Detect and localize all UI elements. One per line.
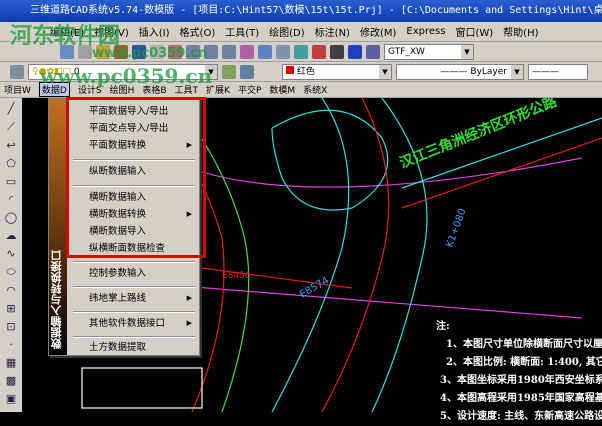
point-icon[interactable]: ·	[9, 338, 13, 351]
station-label: K1+080	[444, 207, 468, 249]
circle-icon[interactable]: ◯	[5, 211, 17, 224]
layer-manager-icon[interactable]	[10, 64, 24, 79]
zoom-previous-icon[interactable]	[222, 44, 236, 59]
menu-dimension[interactable]: 标注(N)	[315, 24, 350, 39]
highlight-box	[66, 97, 206, 258]
color-select[interactable]: 红色 ▼	[282, 63, 392, 80]
menu-item-label: 土方数据提取	[89, 342, 147, 353]
menu-separator	[73, 336, 195, 338]
menu-item-control-params[interactable]: 控制参数输入	[67, 265, 200, 282]
window-title: 三维道路CAD系统v5.74-数模版 - [项目:C:\Hint57\数模\15…	[30, 5, 602, 16]
submenu-arrow-icon: ▶	[186, 294, 192, 302]
arc-icon[interactable]: ◜	[9, 193, 13, 206]
menu-tools[interactable]: 工具(T)	[225, 24, 259, 39]
menu-separator	[73, 286, 195, 288]
hatch-icon[interactable]: ▦	[6, 356, 16, 369]
chevron-down-icon: ▼	[379, 64, 391, 79]
calculator-icon[interactable]	[330, 44, 344, 59]
menu-side-title: 数据输入与转换接口	[49, 99, 67, 355]
note-line: 3、本图坐标采用1980年西安坐标系统	[440, 375, 602, 386]
spline-icon[interactable]: ∿	[6, 247, 15, 260]
layer-previous-icon[interactable]	[240, 64, 254, 79]
menu-help[interactable]: 帮助(H)	[503, 24, 538, 39]
note-line: 2、本图比例: 横断面: 1:400, 其它:	[446, 357, 602, 368]
menu-window[interactable]: 窗口(W)	[455, 24, 493, 39]
drawing-notes: 注: 1、本图尺寸单位除横断面尺寸以厘米 2、本图比例: 横断面: 1:400,…	[436, 318, 602, 426]
polygon-icon[interactable]: ⬠	[6, 157, 16, 170]
sheet-set-icon[interactable]	[294, 44, 308, 59]
menu-format[interactable]: 格式(O)	[180, 24, 216, 39]
menu-dtm[interactable]: 数模M	[269, 83, 295, 96]
interchange-ramp	[271, 98, 350, 412]
note-line: 4、本图高程采用1985年国家高程基准	[440, 393, 602, 404]
menu-intersection[interactable]: 平交P	[238, 83, 261, 96]
ellipse-icon[interactable]: ⬭	[6, 265, 15, 279]
revision-cloud-icon[interactable]: ☁	[6, 229, 17, 242]
menu-insert[interactable]: 插入(I)	[139, 24, 170, 39]
submenu-arrow-icon: ▶	[186, 319, 192, 327]
tool-palette-icon[interactable]	[276, 44, 290, 59]
color-swatch	[286, 65, 294, 74]
road-edge	[321, 98, 390, 412]
menu-project[interactable]: 项目W	[4, 83, 31, 96]
markup-icon[interactable]	[312, 44, 326, 59]
station-label: E8456	[222, 271, 251, 281]
notes-heading: 注:	[436, 321, 450, 332]
menu-item-handheld-route[interactable]: 纬地掌上路线 ▶	[67, 290, 200, 307]
linetype-value: ByLayer	[470, 66, 507, 77]
draw-toolbar: ╱ ⟋ ↩ ⬠ ▭ ◜ ◯ ☁ ∿ ⬭ ◠ ⊞ ⊡ · ▦ ▩ ▣	[0, 98, 22, 412]
menu-separator	[73, 311, 195, 313]
menu-item-label: 其他软件数据接口	[89, 318, 166, 329]
region-icon[interactable]: ▣	[6, 392, 16, 405]
rectangle-icon[interactable]: ▭	[6, 175, 16, 188]
color-value: 红色	[296, 66, 315, 77]
note-line: 5、设计速度: 主线、东新高速公路设	[440, 411, 602, 422]
make-block-icon[interactable]: ⊡	[6, 320, 15, 333]
menu-express[interactable]: Express	[406, 26, 445, 37]
menu-system[interactable]: 系统X	[303, 83, 327, 96]
chevron-down-icon: ▼	[511, 64, 523, 79]
ellipse-arc-icon[interactable]: ◠	[6, 284, 16, 297]
menu-item-label: 纬地掌上路线	[89, 293, 147, 304]
insert-block-icon[interactable]: ⊞	[6, 302, 15, 315]
polyline-icon[interactable]: ↩	[6, 139, 15, 152]
text-style-icon	[366, 44, 380, 59]
construction-line-icon[interactable]: ⟋	[7, 120, 15, 134]
watermark-url-small: www.pc0359.cn	[92, 46, 208, 61]
menu-draw[interactable]: 绘图(D)	[269, 24, 305, 39]
menu-modify[interactable]: 修改(M)	[360, 24, 396, 39]
menu-separator	[73, 261, 195, 263]
text-style-select[interactable]: GTF_XW ▼	[384, 43, 474, 60]
line-icon[interactable]: ╱	[8, 102, 15, 115]
title-frame	[81, 367, 203, 409]
menu-item-label: 控制参数输入	[89, 268, 147, 279]
design-center-icon[interactable]	[258, 44, 272, 59]
note-line: 1、本图尺寸单位除横断面尺寸以厘米	[446, 339, 602, 350]
interchange-ramp	[271, 109, 389, 211]
watermark-url: www.pc0359.cn	[40, 64, 213, 88]
help-icon[interactable]	[348, 44, 362, 59]
properties-icon[interactable]	[240, 44, 254, 59]
linetype-select[interactable]: ——— ByLayer ▼	[396, 63, 524, 80]
chevron-down-icon: ▼	[461, 44, 473, 59]
menu-item-other-software[interactable]: 其他软件数据接口 ▶	[67, 315, 200, 332]
lineweight-select[interactable]: ———	[528, 63, 588, 80]
menu-item-earthwork-extract[interactable]: 土方数据提取	[67, 339, 200, 356]
gradient-icon[interactable]: ▩	[6, 374, 16, 387]
make-current-layer-icon[interactable]	[222, 64, 236, 79]
text-style-value: GTF_XW	[388, 46, 425, 57]
